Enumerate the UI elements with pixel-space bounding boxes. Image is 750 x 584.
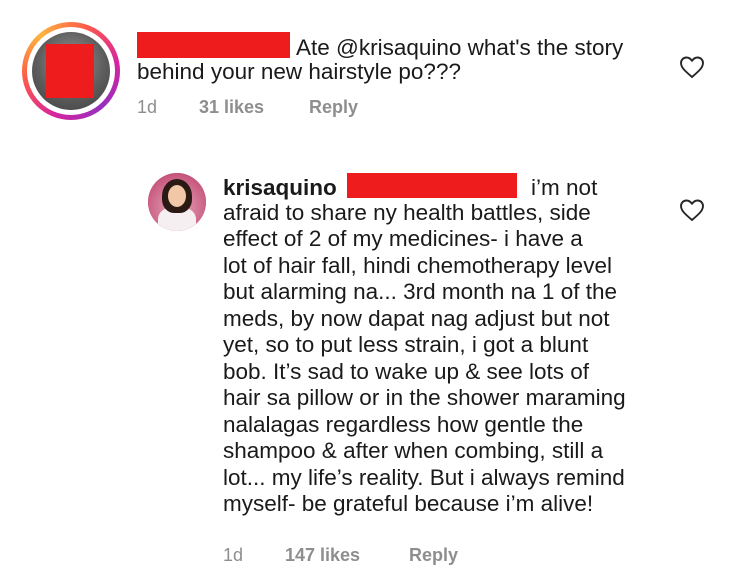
- avatar-photo: [32, 32, 110, 110]
- comment-text: krisaquino i’m not afraid to share ny he…: [223, 173, 626, 518]
- redacted-username: [137, 32, 290, 58]
- avatar[interactable]: [148, 173, 206, 231]
- comment-meta: 1d 147 likes Reply: [223, 545, 503, 569]
- comment-text-line: myself- be grateful because i’m alive!: [223, 491, 594, 516]
- comment-text-line: nalalagas regardless how gentle the: [223, 411, 584, 437]
- heart-outline-icon[interactable]: [679, 198, 705, 222]
- comment-item: Ate @krisaquino what's the story behind …: [0, 0, 750, 130]
- comment-text-line: afraid to share ny health battles, side: [223, 199, 591, 225]
- comment-text-line: lot of hair fall, hindi chemotherapy lev…: [223, 252, 612, 278]
- comment-text-line: bob. It’s sad to wake up & see lots of: [223, 358, 590, 384]
- redacted-username: [347, 173, 518, 198]
- comment-text-line: i’m not: [531, 175, 598, 200]
- comment-text-line: Ate @krisaquino what's the story: [296, 35, 624, 60]
- redaction-box: [46, 44, 94, 98]
- reply-button[interactable]: Reply: [409, 545, 458, 566]
- comment-meta: 1d 31 likes Reply: [137, 97, 397, 121]
- reply-button[interactable]: Reply: [309, 97, 358, 118]
- comment-username[interactable]: krisaquino: [223, 175, 337, 200]
- heart-outline-icon[interactable]: [679, 55, 705, 79]
- likes-count[interactable]: 31 likes: [199, 97, 264, 118]
- comment-text-line: shampoo & after when combing, still a: [223, 438, 604, 463]
- comment-text-line: but alarming na... 3rd month na 1 of the: [223, 279, 617, 304]
- timestamp: 1d: [223, 545, 244, 565]
- comment-text-line: lot... my life’s reality. But i always r…: [223, 464, 625, 490]
- likes-count[interactable]: 147 likes: [285, 545, 360, 566]
- comment-text: Ate @krisaquino what's the story behind …: [137, 32, 623, 85]
- comment-text-line: behind your new hairstyle po???: [137, 58, 461, 84]
- avatar[interactable]: [22, 22, 120, 120]
- timestamp: 1d: [137, 97, 158, 117]
- comment-text-line: yet, so to put less strain, i got a blun…: [223, 332, 589, 357]
- comment-text-line: effect of 2 of my medicines- i have a: [223, 226, 583, 251]
- comment-text-line: meds, by now dapat nag adjust but not: [223, 305, 610, 331]
- comment-text-line: hair sa pillow or in the shower maraming: [223, 385, 626, 410]
- comment-item: krisaquino i’m not afraid to share ny he…: [0, 160, 750, 584]
